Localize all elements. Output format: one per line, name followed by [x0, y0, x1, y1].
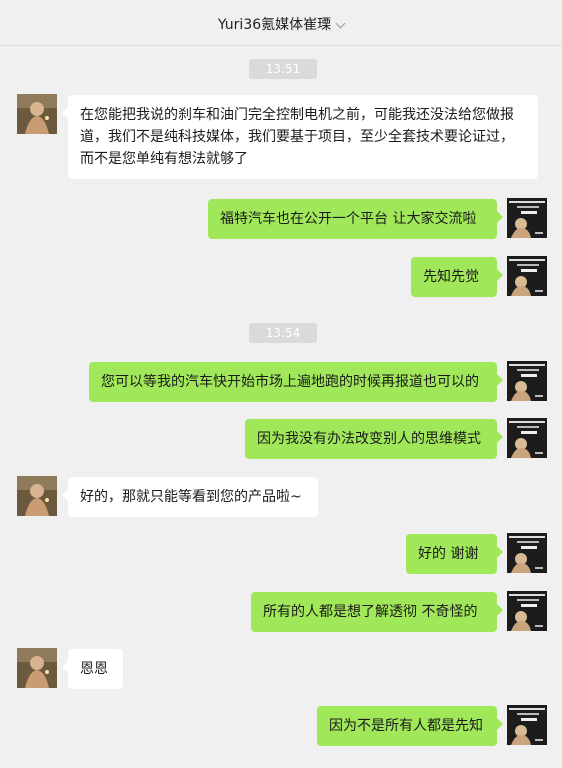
own-avatar[interactable] — [507, 256, 547, 296]
message-bubble-incoming: 在您能把我说的刹车和油门完全控制电机之前，可能我还没法给您做报道，我们不是纯科技… — [62, 95, 538, 179]
contact-avatar[interactable] — [17, 648, 57, 688]
message-bubble-outgoing: 因为不是所有人都是先知 — [317, 706, 503, 746]
chevron-down-icon[interactable] — [335, 18, 346, 29]
message-bubble-outgoing: 福特汽车也在公开一个平台 让大家交流啦 — [208, 199, 503, 239]
timestamp: 13:51 — [249, 59, 317, 79]
message-bubble-outgoing: 好的 谢谢 — [406, 534, 503, 574]
message-bubble-outgoing: 先知先觉 — [411, 257, 503, 297]
contact-avatar[interactable] — [17, 94, 57, 134]
message-bubble-outgoing: 您可以等我的汽车快开始市场上遍地跑的时候再报道也可以的 — [89, 362, 503, 402]
chat-title-text: Yuri36氪媒体崔瑮 — [217, 17, 332, 33]
own-avatar[interactable] — [507, 361, 547, 401]
own-avatar[interactable] — [507, 533, 547, 573]
chat-title[interactable]: Yuri36氪媒体崔瑮 — [0, 14, 562, 34]
chat-header: Yuri36氪媒体崔瑮 — [0, 0, 562, 46]
timestamp: 13:54 — [249, 323, 317, 343]
own-avatar[interactable] — [507, 418, 547, 458]
own-avatar[interactable] — [507, 705, 547, 745]
message-bubble-incoming: 恩恩 — [62, 649, 123, 689]
own-avatar[interactable] — [507, 591, 547, 631]
message-bubble-outgoing: 所有的人都是想了解透彻 不奇怪的 — [251, 592, 503, 632]
own-avatar[interactable] — [507, 198, 547, 238]
message-bubble-outgoing: 因为我没有办法改变别人的思维模式 — [245, 419, 503, 459]
contact-avatar[interactable] — [17, 476, 57, 516]
message-bubble-incoming: 好的，那就只能等看到您的产品啦~ — [62, 477, 318, 517]
